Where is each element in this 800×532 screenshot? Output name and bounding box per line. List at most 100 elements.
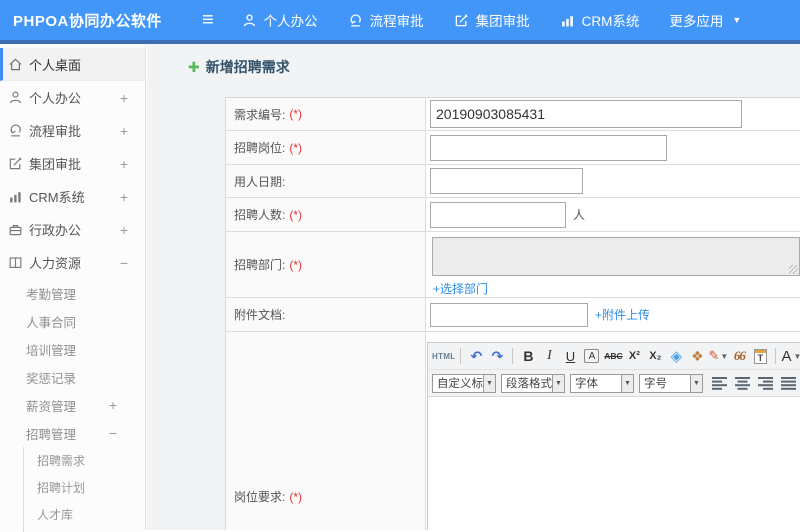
sidebar-item-label: 集团审批 [29, 157, 82, 172]
sidebar-item-label: 招聘计划 [37, 481, 86, 495]
home-icon [8, 57, 23, 72]
strikethrough-button[interactable]: ABC [603, 345, 623, 367]
nav-label: 流程审批 [369, 14, 424, 29]
redo-icon[interactable]: ↷ [487, 345, 507, 367]
sidebar-item-training[interactable]: 培训管理 [0, 335, 145, 363]
font-options-button[interactable]: A ▼ [781, 345, 800, 367]
subscript-button[interactable]: X₂ [645, 345, 665, 367]
menu-toggle-icon[interactable]: ≡ [202, 10, 214, 30]
font-family-dropdown[interactable]: 字体 ▼ [570, 373, 634, 393]
employ-date-input[interactable] [430, 168, 583, 194]
flow-arrow-icon [348, 13, 363, 28]
align-left-icon[interactable] [712, 376, 727, 390]
nav-label: CRM系统 [581, 14, 640, 29]
sidebar-item-recruit-plan[interactable]: 招聘计划 [24, 474, 145, 501]
sidebar-item-workflow-approval[interactable]: 流程审批 + [0, 114, 145, 147]
field-label: 需求编号: [234, 107, 286, 122]
nav-workflow-approval[interactable]: 流程审批 [348, 10, 424, 30]
sidebar-item-label: 招聘需求 [37, 454, 86, 468]
italic-button[interactable]: I [539, 345, 559, 367]
sidebar-item-label: 个人桌面 [29, 57, 82, 73]
position-input[interactable] [430, 134, 667, 161]
editor-content-area[interactable] [428, 397, 800, 530]
sidebar-recruitment-submenu: 招聘需求 招聘计划 人才库 [23, 447, 145, 532]
collapse-minus-icon: − [119, 254, 128, 271]
required-mark: (*) [289, 140, 303, 155]
editor-toolbar-row2: 自定义标题 ▼ 段落格式 ▼ 字体 ▼ 字号 ▼ [428, 370, 800, 397]
required-mark: (*) [289, 489, 303, 504]
sidebar-item-label: 薪资管理 [26, 399, 77, 414]
form-row-date: 用人日期: [226, 164, 800, 197]
align-right-icon[interactable] [758, 376, 773, 390]
sidebar-item-hr-contract[interactable]: 人事合同 [0, 307, 145, 335]
required-mark: (*) [289, 257, 303, 272]
font-size-dropdown[interactable]: 字号 ▼ [639, 373, 703, 393]
bar-chart-icon [560, 13, 575, 28]
remove-format-icon[interactable]: ◈ [666, 345, 686, 367]
nav-more-apps[interactable]: 更多应用 ▼ [669, 10, 741, 30]
align-justify-icon[interactable] [781, 376, 796, 390]
sidebar-item-label: 奖惩记录 [26, 371, 77, 386]
font-color-button[interactable]: A [584, 349, 600, 363]
custom-heading-dropdown[interactable]: 自定义标题 ▼ [432, 373, 496, 393]
form-row-headcount: 招聘人数: (*) 人 [226, 197, 800, 231]
sidebar-item-personal-office[interactable]: 个人办公 + [0, 81, 145, 114]
paragraph-format-dropdown[interactable]: 段落格式 ▼ [501, 373, 565, 393]
sidebar: 个人桌面 个人办公 + 流程审批 + 集团审批 + CRM系统 + 行政办公 +… [0, 44, 146, 532]
sidebar-item-attendance[interactable]: 考勤管理 [0, 279, 145, 307]
sidebar-item-group-approval[interactable]: 集团审批 + [0, 147, 145, 180]
attachment-input[interactable] [430, 302, 588, 327]
sidebar-item-salary[interactable]: 薪资管理 + [0, 391, 145, 419]
nav-group-approval[interactable]: 集团审批 [454, 10, 530, 30]
app-logo[interactable]: PHPOA协同办公软件 [0, 10, 190, 31]
req-no-input[interactable] [430, 100, 742, 128]
format-painter-icon[interactable]: ❖ [687, 345, 707, 367]
sidebar-item-recruitment[interactable]: 招聘管理 − [0, 419, 145, 447]
toolbar-separator [775, 348, 777, 364]
paste-button[interactable]: T [750, 345, 770, 367]
blockquote-button[interactable]: 66 [729, 345, 749, 367]
required-mark: (*) [289, 207, 303, 222]
toolbar-separator [512, 348, 514, 364]
field-label: 招聘岗位: [234, 141, 286, 155]
nav-label: 个人办公 [263, 14, 318, 29]
expand-plus-icon: + [108, 397, 117, 413]
nav-personal-office[interactable]: 个人办公 [242, 10, 318, 30]
expand-plus-icon: + [119, 155, 128, 172]
superscript-button[interactable]: X² [624, 345, 644, 367]
bold-button[interactable]: B [518, 345, 538, 367]
caret-down-icon: ▼ [484, 373, 496, 393]
source-code-button[interactable]: HTML [432, 345, 455, 367]
headcount-input[interactable] [430, 201, 566, 228]
sidebar-item-label: 流程审批 [29, 124, 82, 139]
field-label: 附件文档: [234, 308, 286, 322]
align-center-icon[interactable] [735, 376, 750, 390]
flow-arrow-icon [8, 123, 23, 138]
department-textarea[interactable] [432, 237, 800, 276]
underline-button[interactable]: U [560, 345, 580, 367]
toolbar-separator [460, 348, 462, 364]
attachment-upload-link[interactable]: +附件上传 [595, 306, 650, 323]
main-content: ✚ 新增招聘需求 需求编号: (*) 招聘岗位: (*) 用人日期: [147, 44, 800, 530]
user-icon [8, 90, 23, 105]
sidebar-item-label: 培训管理 [26, 343, 77, 358]
sidebar-item-talent-pool[interactable]: 人才库 [24, 501, 145, 528]
sidebar-item-rewards[interactable]: 奖惩记录 [0, 363, 145, 391]
bar-chart-icon [8, 189, 23, 204]
undo-icon[interactable]: ↶ [466, 345, 486, 367]
highlight-pen-icon[interactable]: ✎ ▼ [708, 345, 729, 367]
sidebar-item-recruit-demand[interactable]: 招聘需求 [24, 447, 145, 474]
nav-crm-system[interactable]: CRM系统 [560, 10, 640, 30]
sidebar-hr-submenu: 考勤管理 人事合同 培训管理 奖惩记录 薪资管理 + 招聘管理 − 招聘需求 招… [0, 279, 145, 532]
caret-down-icon: ▼ [691, 373, 703, 393]
sidebar-item-hr[interactable]: 人力资源 − [0, 246, 145, 279]
sidebar-item-crm[interactable]: CRM系统 + [0, 180, 145, 213]
sidebar-item-desktop[interactable]: 个人桌面 [0, 48, 145, 81]
form-row-requirement: 岗位要求: (*) HTML ↶ ↷ B I U A ABC X² X₂ ◈ ❖… [226, 331, 800, 530]
field-label: 岗位要求: [234, 490, 286, 504]
sidebar-item-admin-office[interactable]: 行政办公 + [0, 213, 145, 246]
form-row-attachment: 附件文档: +附件上传 [226, 297, 800, 331]
user-icon [242, 13, 257, 28]
select-department-link[interactable]: +选择部门 [433, 280, 488, 297]
book-icon [8, 255, 23, 270]
